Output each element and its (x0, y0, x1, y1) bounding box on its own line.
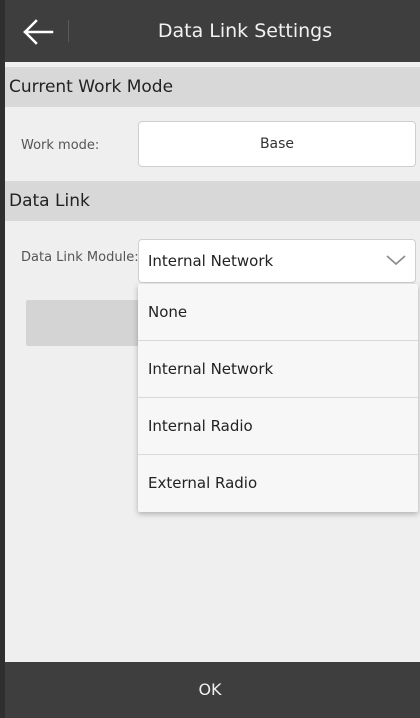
section-header-data-link: Data Link (0, 181, 420, 221)
dropdown-option-none[interactable]: None (138, 284, 418, 341)
title-bar: Data Link Settings (0, 0, 420, 62)
work-mode-label: Work mode: (21, 138, 100, 153)
screen-left-edge (0, 0, 5, 718)
data-link-module-select[interactable]: Internal Network (138, 239, 416, 283)
bottom-bar: OK (0, 662, 420, 718)
work-mode-field[interactable]: Base (138, 121, 416, 167)
section-header-work-mode: Current Work Mode (0, 67, 420, 107)
work-mode-value: Base (259, 136, 295, 152)
back-button[interactable] (22, 18, 54, 46)
data-link-module-label: Data Link Module: (21, 250, 139, 265)
arrow-left-icon (23, 19, 54, 45)
screen: Data Link Settings Current Work Mode Wor… (0, 0, 420, 718)
data-link-module-dropdown: None Internal Network Internal Radio Ext… (138, 284, 418, 512)
ok-button[interactable]: OK (0, 662, 420, 718)
page-title: Data Link Settings (157, 20, 333, 42)
title-divider (68, 20, 69, 42)
chevron-down-icon (386, 255, 406, 266)
dropdown-option-internal-radio[interactable]: Internal Radio (138, 398, 418, 455)
data-link-module-value: Internal Network (148, 252, 274, 270)
dropdown-option-internal-network[interactable]: Internal Network (138, 341, 418, 398)
dropdown-option-external-radio[interactable]: External Radio (138, 455, 418, 512)
